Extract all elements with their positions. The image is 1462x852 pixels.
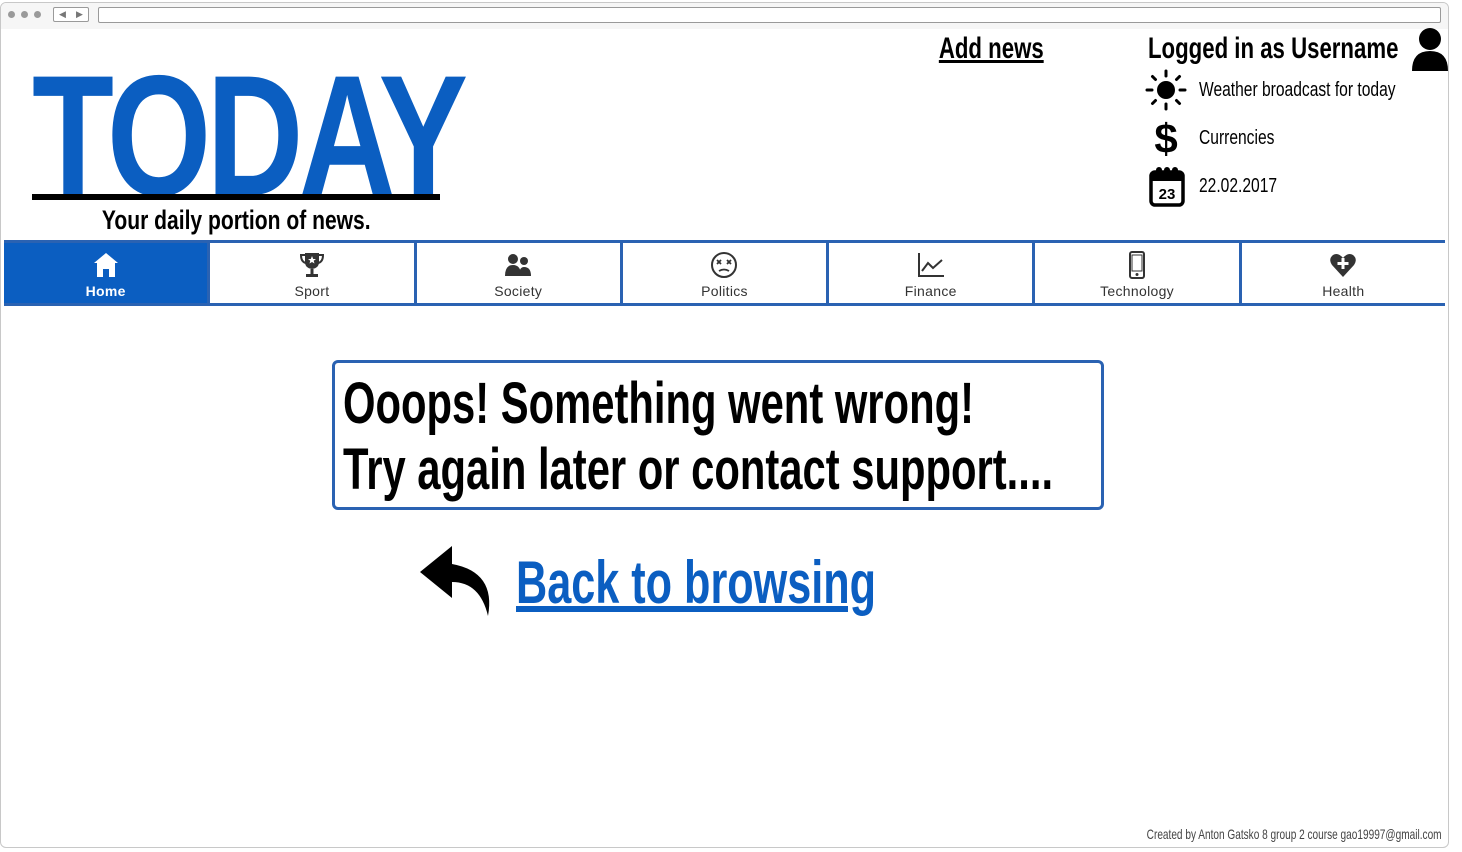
weather-row[interactable]: Weather broadcast for today <box>1145 69 1451 111</box>
nav-item-politics[interactable]: Politics <box>623 243 830 303</box>
heart-plus-icon <box>1330 254 1357 277</box>
error-line-1: Ooops! Something went wrong! <box>343 371 974 436</box>
error-message-box: Ooops! Something went wrong! Try again l… <box>332 360 1104 510</box>
date-row: 23 22.02.2017 <box>1145 165 1299 207</box>
trophy-icon <box>299 253 324 277</box>
nav-label: Sport <box>294 283 330 299</box>
date-label: 22.02.2017 <box>1199 174 1278 197</box>
calendar-day: 23 <box>1159 186 1176 203</box>
site-tagline: Your daily portion of news. <box>101 205 371 235</box>
category-nav: Home Sport Society Politics Finance Tech… <box>4 240 1445 306</box>
browser-back-icon[interactable]: ◀ <box>59 9 66 20</box>
browser-nav-buttons: ◀ ▶ <box>53 7 89 22</box>
address-bar[interactable] <box>98 7 1441 23</box>
nav-label: Technology <box>1100 283 1174 299</box>
mobile-icon <box>1129 251 1146 279</box>
nav-item-home[interactable]: Home <box>4 243 211 303</box>
window-controls <box>8 11 41 18</box>
maximize-dot[interactable] <box>34 11 41 18</box>
svg-text:$: $ <box>1154 117 1177 159</box>
footer-credit: Created by Anton Gatsko 8 group 2 course… <box>1147 826 1442 842</box>
logged-in-label: Logged in as Username <box>1147 32 1398 65</box>
back-row: Back to browsing <box>416 542 1016 622</box>
error-line-2: Try again later or contact support.... <box>343 437 1054 502</box>
dizzy-face-icon <box>711 252 738 278</box>
logo-underline <box>32 194 440 200</box>
nav-label: Home <box>85 283 126 299</box>
add-news-link[interactable]: Add news <box>939 32 1044 66</box>
sun-icon <box>1145 69 1187 111</box>
currencies-row[interactable]: $ Currencies <box>1145 117 1296 159</box>
minimize-dot[interactable] <box>21 11 28 18</box>
nav-item-health[interactable]: Health <box>1242 243 1445 303</box>
back-to-browsing-link[interactable]: Back to browsing <box>516 548 876 617</box>
nav-item-society[interactable]: Society <box>417 243 623 303</box>
user-icon[interactable] <box>1410 27 1450 71</box>
browser-forward-icon[interactable]: ▶ <box>76 9 83 20</box>
weather-label: Weather broadcast for today <box>1199 78 1396 101</box>
nav-item-technology[interactable]: Technology <box>1035 243 1242 303</box>
nav-label: Health <box>1322 283 1365 299</box>
home-icon <box>93 253 118 277</box>
nav-label: Politics <box>701 283 748 299</box>
user-bar: Add news Logged in as Username <box>902 27 1450 71</box>
browser-chrome: ◀ ▶ <box>1 3 1448 29</box>
nav-item-finance[interactable]: Finance <box>829 243 1036 303</box>
reply-arrow-icon[interactable] <box>416 542 496 622</box>
currencies-label: Currencies <box>1199 126 1275 149</box>
nav-label: Society <box>494 283 543 299</box>
dollar-icon: $ <box>1154 117 1177 159</box>
close-dot[interactable] <box>8 11 15 18</box>
people-icon <box>505 254 532 276</box>
nav-label: Finance <box>904 283 957 299</box>
nav-item-sport[interactable]: Sport <box>210 243 417 303</box>
calendar-icon: 23 <box>1149 167 1185 207</box>
line-chart-icon <box>917 253 944 277</box>
